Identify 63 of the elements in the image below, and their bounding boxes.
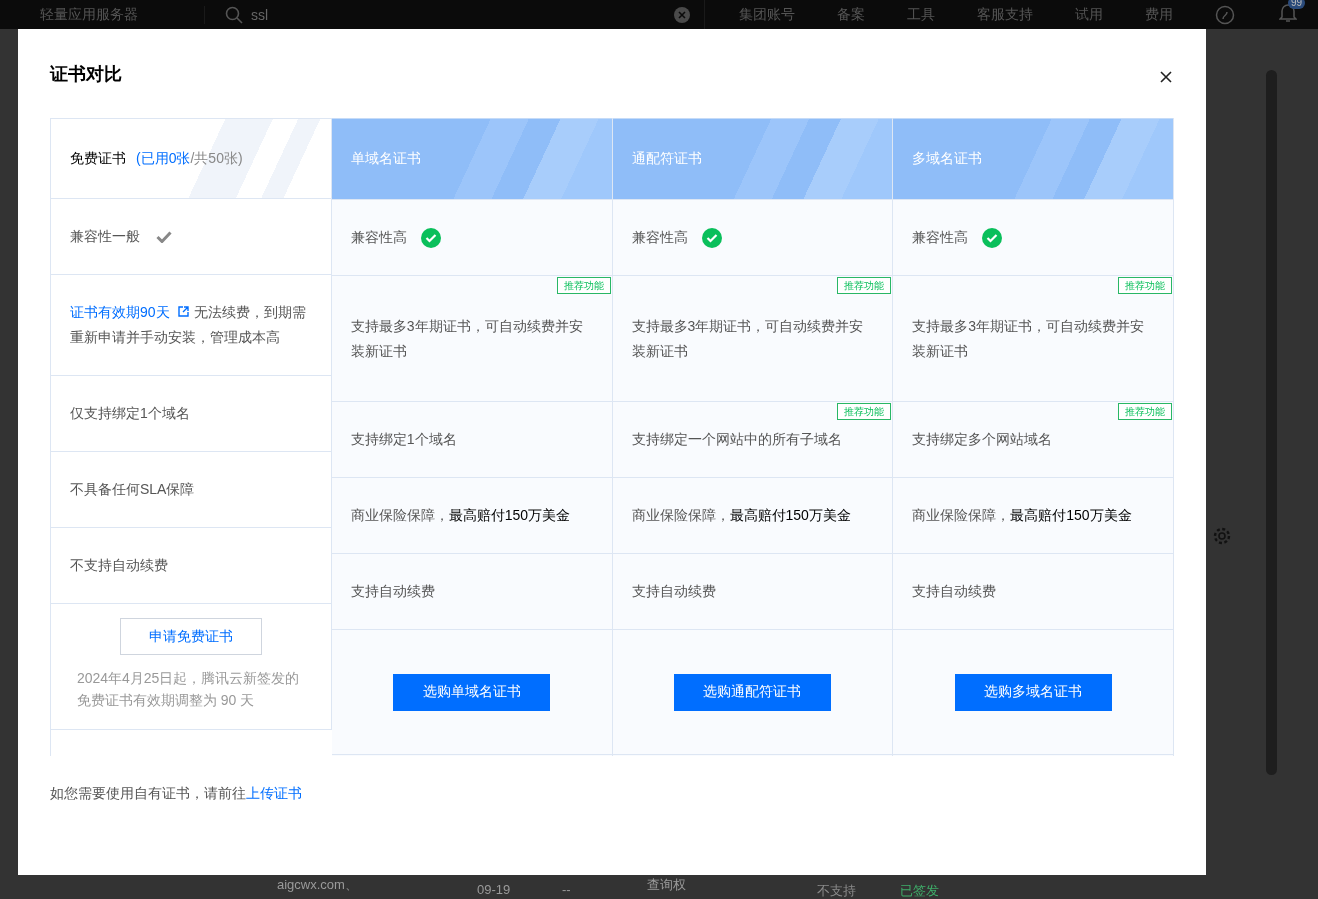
table-cell: 不支持 [817, 882, 856, 899]
table-cell: -- [562, 882, 571, 897]
apply-button[interactable]: 申请免费证书 [119, 618, 262, 655]
feature-text: 兼容性高 [350, 228, 407, 247]
feature-text: 支持自动续费 [631, 582, 716, 601]
buy-button[interactable]: 选购通配符证书 [673, 673, 831, 711]
nav-link[interactable]: 试用 [1075, 5, 1103, 24]
column-title: 免费证书 [70, 149, 126, 168]
footer-text: 如您需要使用自有证书，请前往上传证书 [50, 785, 303, 803]
feature-text: 兼容性一般 [70, 227, 140, 246]
usage-total: /共50张) [190, 149, 243, 168]
feature-text: 仅支持绑定1个域名 [70, 404, 190, 423]
feature-text: 证书有效期90天 无法续费，到期需重新申请并手动安装，管理成本高 [70, 303, 308, 347]
dialog-title: 证书对比 [50, 62, 122, 86]
settings-icon[interactable] [1212, 526, 1232, 546]
check-circle-icon [420, 227, 441, 248]
feature-text: 支持自动续费 [350, 582, 435, 601]
recommended-tag: 推荐功能 [556, 277, 611, 294]
feature-text: 商业保险保障，最高赔付150万美金 [631, 506, 851, 525]
header-cell: 单域名证书 [331, 118, 612, 199]
feature-text: 支持最多3年期证书，可自动续费并安装新证书 [350, 316, 584, 361]
recommended-tag: 推荐功能 [837, 277, 892, 294]
upload-link[interactable]: 上传证书 [246, 785, 302, 801]
check-icon [156, 230, 172, 243]
feature-text: 支持绑定1个域名 [350, 430, 457, 449]
table-cell: 查询权 [647, 876, 686, 894]
product-name[interactable]: 轻量应用服务器 [0, 5, 205, 24]
search-field[interactable]: ssl [251, 6, 666, 23]
clear-icon[interactable] [674, 6, 690, 23]
feature-text: 支持最多3年期证书，可自动续费并安装新证书 [912, 316, 1146, 361]
nav-link[interactable]: 工具 [907, 5, 935, 24]
table-cell: 已签发 [900, 882, 939, 899]
feature-text: 兼容性高 [912, 228, 969, 247]
nav-link[interactable]: 备案 [837, 5, 865, 24]
check-circle-icon [982, 227, 1003, 248]
buy-button[interactable]: 选购单域名证书 [393, 673, 551, 711]
header-cell: 通配符证书 [612, 118, 893, 199]
external-link-icon [177, 306, 189, 317]
usage-count: (已用0张 [136, 149, 191, 168]
feature-text: 不支持自动续费 [70, 556, 168, 575]
feature-text: 支持绑定一个网站中的所有子域名 [631, 430, 842, 449]
table-cell: 09-19 [477, 882, 511, 897]
recommended-tag: 推荐功能 [1118, 277, 1172, 294]
nav-link[interactable]: 费用 [1145, 5, 1173, 24]
feature-text: 商业保险保障，最高赔付150万美金 [912, 506, 1132, 525]
validity-link[interactable]: 证书有效期90天 [70, 304, 191, 320]
nav-link[interactable]: 客服支持 [977, 5, 1033, 24]
notice-text: 2024年4月25日起，腾讯云新签发的免费证书有效期调整为 90 天 [76, 669, 301, 710]
search-icon [225, 5, 243, 24]
feature-text: 兼容性高 [631, 228, 688, 247]
header-cell: 多域名证书 [893, 118, 1173, 199]
close-icon[interactable] [1160, 70, 1172, 83]
feature-text: 支持最多3年期证书，可自动续费并安装新证书 [631, 316, 865, 361]
feature-text: 商业保险保障，最高赔付150万美金 [350, 506, 571, 525]
feature-text: 支持绑定多个网站域名 [912, 430, 1053, 449]
feature-text: 不具备任何SLA保障 [70, 480, 195, 499]
table-cell: aigcwx.com、 [277, 876, 358, 894]
buy-button[interactable]: 选购多域名证书 [954, 673, 1112, 711]
nav-link[interactable]: 集团账号 [739, 5, 795, 24]
check-circle-icon [701, 227, 722, 248]
recommended-tag: 推荐功能 [1118, 403, 1172, 420]
feature-text: 支持自动续费 [912, 582, 997, 601]
recommended-tag: 推荐功能 [837, 403, 892, 420]
